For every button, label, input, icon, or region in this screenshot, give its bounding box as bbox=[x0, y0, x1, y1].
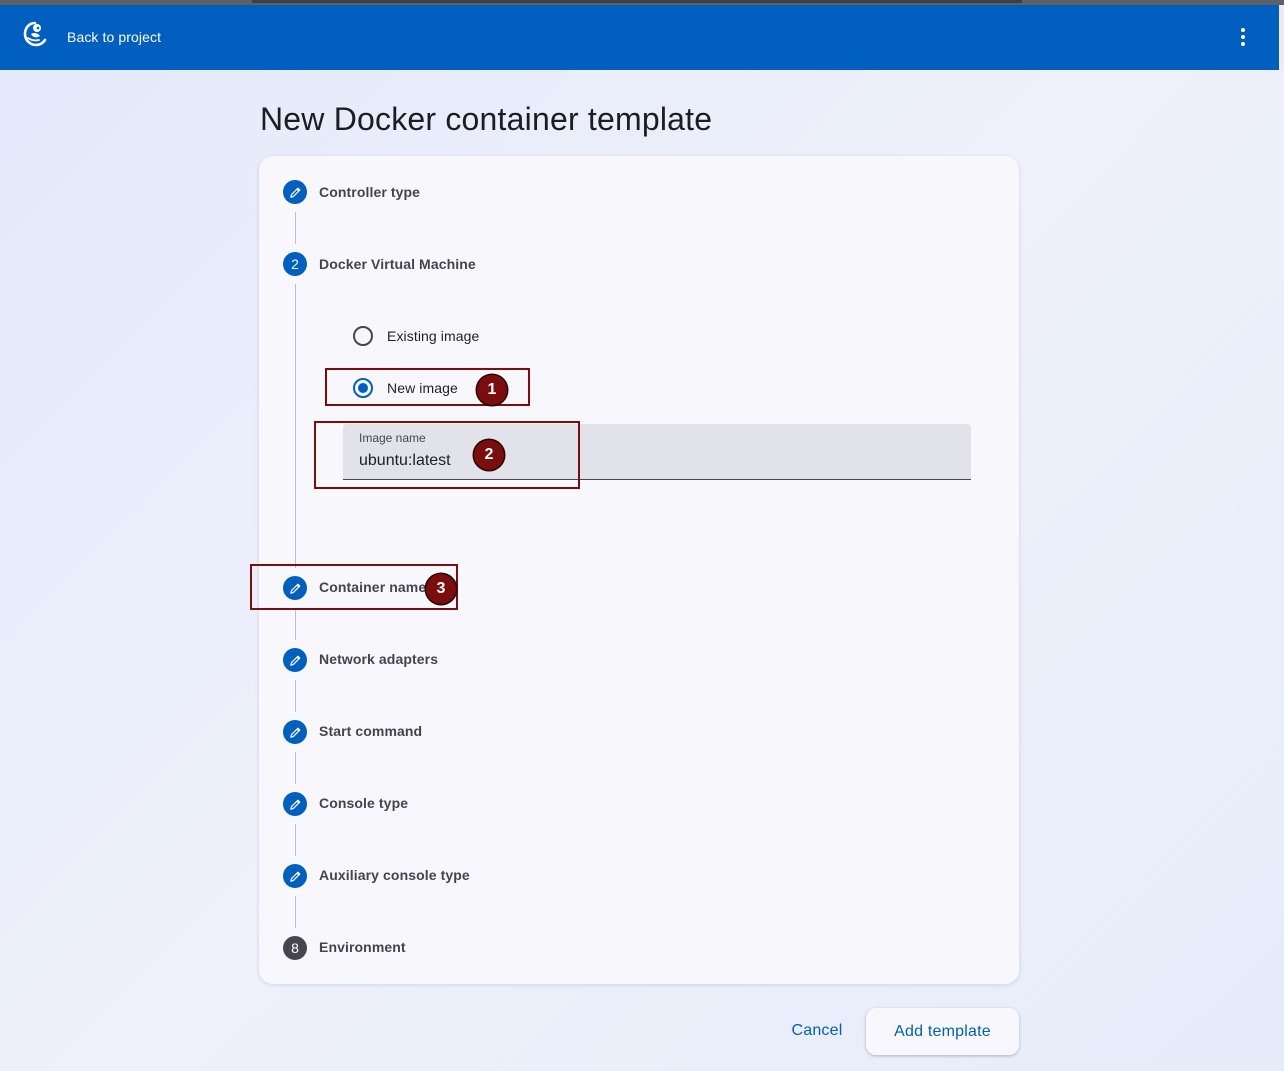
logo-icon bbox=[23, 21, 47, 47]
step-connector bbox=[295, 824, 296, 856]
step-edit-icon[interactable] bbox=[283, 864, 307, 888]
step-environment[interactable]: Environment bbox=[319, 939, 406, 955]
page-title: New Docker container template bbox=[260, 101, 713, 137]
step-number-8[interactable]: 8 bbox=[283, 936, 307, 960]
step-docker-virtual-machine[interactable]: Docker Virtual Machine bbox=[319, 256, 476, 272]
step-auxiliary-console-type[interactable]: Auxiliary console type bbox=[319, 867, 470, 883]
back-to-project-link[interactable]: Back to project bbox=[67, 29, 161, 45]
radio-existing-image[interactable]: Existing image bbox=[353, 326, 479, 346]
image-name-input[interactable] bbox=[359, 450, 949, 472]
cancel-button[interactable]: Cancel bbox=[774, 1008, 860, 1054]
step-edit-icon[interactable] bbox=[283, 180, 307, 204]
step-network-adapters[interactable]: Network adapters bbox=[319, 651, 438, 667]
step-edit-icon[interactable] bbox=[283, 792, 307, 816]
step-connector bbox=[295, 284, 296, 568]
step-edit-icon[interactable] bbox=[283, 648, 307, 672]
step-console-type[interactable]: Console type bbox=[319, 795, 408, 811]
step-connector bbox=[295, 608, 296, 640]
step-number-2[interactable]: 2 bbox=[283, 252, 307, 276]
step-container-name[interactable]: Container name bbox=[319, 579, 426, 595]
radio-new-image[interactable]: New image bbox=[353, 378, 458, 398]
add-template-button[interactable]: Add template bbox=[866, 1008, 1019, 1055]
step-connector bbox=[295, 212, 296, 244]
radio-button[interactable] bbox=[353, 326, 373, 346]
step-connector bbox=[295, 752, 296, 784]
more-vert-icon[interactable] bbox=[1232, 25, 1254, 51]
step-connector bbox=[295, 680, 296, 712]
radio-button-checked[interactable] bbox=[353, 378, 373, 398]
scrollbar-edge bbox=[1279, 5, 1284, 70]
template-stepper-card: Controller type 2 Docker Virtual Machine… bbox=[259, 156, 1019, 984]
step-controller-type[interactable]: Controller type bbox=[319, 184, 420, 200]
step-edit-icon[interactable] bbox=[283, 720, 307, 744]
app-bar: Back to project bbox=[0, 5, 1284, 70]
step-edit-icon[interactable] bbox=[283, 576, 307, 600]
image-name-label: Image name bbox=[359, 431, 426, 445]
image-name-field[interactable]: Image name bbox=[343, 424, 971, 480]
step-start-command[interactable]: Start command bbox=[319, 723, 422, 739]
step-connector bbox=[295, 896, 296, 928]
